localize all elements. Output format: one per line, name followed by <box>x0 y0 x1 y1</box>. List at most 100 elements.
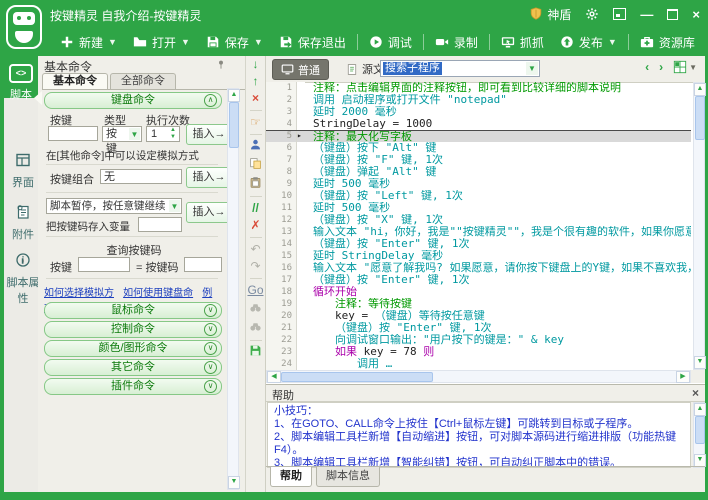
code-line[interactable]: 6（键盘）按下 "Alt" 键 <box>266 142 691 154</box>
search-subroutine-select[interactable]: 搜索子程序 ▼ <box>380 60 540 77</box>
key-combo-input[interactable]: 无 <box>100 169 182 184</box>
code-line[interactable]: 22向调试窗口输出："用户按下的键是：" & key <box>266 334 691 346</box>
layout-grid-button[interactable]: ▼ <box>673 60 697 74</box>
code-line[interactable]: 17（键盘）按 "Enter" 键, 1次 <box>266 274 691 286</box>
scroll-up-icon[interactable]: ▲ <box>228 89 240 102</box>
code-line[interactable]: 15延时 StringDelay 毫秒 <box>266 250 691 262</box>
store-keycode-input[interactable] <box>138 217 182 232</box>
expand-chevron-icon[interactable]: ∨ <box>204 304 217 317</box>
insert-combo-button[interactable]: 插入→ <box>186 167 232 188</box>
record-button[interactable]: 录制 <box>427 30 486 54</box>
insert-pause-button[interactable]: 插入→ <box>186 202 232 223</box>
scroll-up-icon[interactable]: ▲ <box>694 403 706 416</box>
tab-all-commands[interactable]: 全部命令 <box>110 73 176 89</box>
code-line[interactable]: 13输入文本 "hi，你好，我是""按键精灵""，我是个很有趣的软件，如果你愿意… <box>266 226 691 238</box>
save-exit-button[interactable]: 保存退出 <box>271 30 354 54</box>
code-line[interactable]: 19注释：等待按键 <box>266 298 691 310</box>
tab-help[interactable]: 帮助 <box>270 467 312 487</box>
save-script-icon[interactable] <box>246 344 265 361</box>
move-up-icon[interactable]: ↑ <box>246 73 265 90</box>
key-input[interactable] <box>48 126 98 141</box>
close-icon[interactable]: × <box>692 386 699 400</box>
scroll-left-icon[interactable]: ◀ <box>267 371 281 383</box>
collapse-chevron-icon[interactable]: ∧ <box>204 94 217 107</box>
new-button[interactable]: 新建▼ <box>52 30 125 54</box>
expand-chevron-icon[interactable]: ∨ <box>204 323 217 336</box>
find-icon[interactable] <box>246 301 265 318</box>
group-keyboard-commands[interactable]: 键盘命令 ∧ <box>44 92 222 109</box>
open-button[interactable]: 打开▼ <box>125 30 198 54</box>
editor-hscrollbar[interactable]: ◀ ▶ <box>266 370 691 383</box>
insert-key-button[interactable]: 插入→ <box>186 124 232 145</box>
capture-button[interactable]: 抓抓 <box>493 30 552 54</box>
delete-line-icon[interactable]: × <box>246 90 265 107</box>
pause-mode-select[interactable]: 脚本暂停，按任意键继续▼ <box>46 198 182 214</box>
code-line[interactable]: 23如果 key = 78 则 <box>266 346 691 358</box>
group-pill-3[interactable]: 其它命令∨ <box>44 359 222 376</box>
code-line[interactable]: 11延时 500 毫秒 <box>266 202 691 214</box>
code-line[interactable]: 9延时 500 毫秒 <box>266 178 691 190</box>
scroll-down-icon[interactable]: ▼ <box>694 356 706 369</box>
settings-gear-icon[interactable] <box>585 7 599 21</box>
tab-basic-commands[interactable]: 基本命令 <box>42 73 108 89</box>
help-scrollbar[interactable]: ▲ ▼ <box>693 402 705 468</box>
shield-badge[interactable]: 神盾 <box>529 6 571 23</box>
query-key-input[interactable] <box>78 257 130 272</box>
count-stepper[interactable]: 1▲▼ <box>146 126 180 142</box>
pin-icon[interactable] <box>215 58 227 71</box>
scrollbar-thumb[interactable] <box>281 372 433 382</box>
type-select[interactable]: 按键▼ <box>102 126 142 142</box>
nav-back-icon[interactable]: ‹ <box>645 60 649 74</box>
minimize-button[interactable]: — <box>640 8 653 21</box>
tab-script-info[interactable]: 脚本信息 <box>316 467 380 487</box>
sidebar-item-ui[interactable]: 界面 <box>4 152 42 190</box>
group-pill-1[interactable]: 控制命令∨ <box>44 321 222 338</box>
paste-icon[interactable] <box>246 176 265 193</box>
scroll-up-icon[interactable]: ▲ <box>694 83 706 96</box>
panel-scrollbar[interactable]: ▲ ▼ <box>227 88 239 490</box>
copy-icon[interactable] <box>246 157 265 174</box>
library-button[interactable]: 资源库 <box>632 30 703 54</box>
code-line[interactable]: 14（键盘）按 "Enter" 键, 1次 <box>266 238 691 250</box>
group-pill-0[interactable]: 鼠标命令∨ <box>44 302 222 319</box>
point-hand-icon[interactable]: ☞ <box>246 114 265 131</box>
redo-icon[interactable]: ↷ <box>246 258 265 275</box>
code-line[interactable]: 2调用 启动程序或打开文件 "notepad" <box>266 94 691 106</box>
stepper-arrows-icon[interactable]: ▲▼ <box>168 127 178 141</box>
save-button[interactable]: 保存▼ <box>198 30 271 54</box>
code-line[interactable]: 18循环开始 <box>266 286 691 298</box>
view-normal-button[interactable]: 普通 <box>272 59 329 80</box>
code-line[interactable]: 4StringDelay = 1000 <box>266 118 691 130</box>
close-button[interactable]: × <box>692 8 700 21</box>
code-line[interactable]: 24调用 … <box>266 358 691 370</box>
scroll-right-icon[interactable]: ▶ <box>676 371 690 383</box>
publish-button[interactable]: 发布▼ <box>552 30 625 54</box>
code-line[interactable]: 10（键盘）按 "Left" 键, 1次 <box>266 190 691 202</box>
group-pill-4[interactable]: 插件命令∨ <box>44 378 222 395</box>
code-line[interactable]: 20key = （键盘）等待按任意键 <box>266 310 691 322</box>
comment-icon[interactable]: // <box>246 200 265 217</box>
editor-vscrollbar[interactable]: ▲ ▼ <box>693 82 705 370</box>
chevron-down-icon[interactable]: ▼ <box>169 200 180 212</box>
debug-button[interactable]: 调试 <box>361 30 420 54</box>
boxed-window-icon[interactable] <box>613 8 626 20</box>
uncomment-icon[interactable]: ✗ <box>246 217 265 234</box>
move-down-icon[interactable]: ↓ <box>246 56 265 73</box>
code-line[interactable]: 1注释：点击编辑界面的注释按钮，即可看到比较详细的脚本说明 <box>266 82 691 94</box>
scrollbar-thumb[interactable] <box>695 416 705 444</box>
code-line[interactable]: 21（键盘）按 "Enter" 键, 1次 <box>266 322 691 334</box>
find-next-icon[interactable] <box>246 320 265 337</box>
scrollbar-thumb[interactable] <box>695 96 705 140</box>
code-line[interactable]: 5注释：最大化写字板 <box>266 130 691 142</box>
code-line[interactable]: 8（键盘）弹起 "Alt" 键 <box>266 166 691 178</box>
expand-chevron-icon[interactable]: ∨ <box>204 342 217 355</box>
expand-chevron-icon[interactable]: ∨ <box>204 361 217 374</box>
code-line[interactable]: 7（键盘）按 "F" 键, 1次 <box>266 154 691 166</box>
sidebar-item-script-properties[interactable]: 脚本属性 <box>4 252 42 306</box>
code-line[interactable]: 16输入文本 "愿意了解我吗? 如果愿意，请你按下键盘上的Y键，如果不喜欢我，那… <box>266 262 691 274</box>
user-icon[interactable] <box>246 138 265 155</box>
code-line[interactable]: 3延时 2000 毫秒 <box>266 106 691 118</box>
undo-icon[interactable]: ↶ <box>246 241 265 258</box>
query-code-input[interactable] <box>184 257 222 272</box>
chevron-down-icon[interactable]: ▼ <box>129 128 140 140</box>
